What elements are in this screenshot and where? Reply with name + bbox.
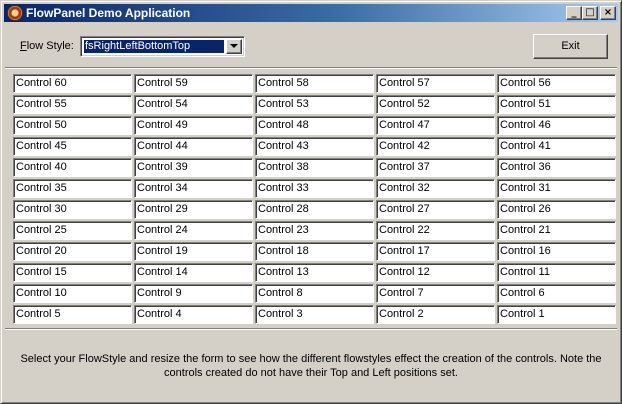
exit-button[interactable]: Exit xyxy=(533,34,608,59)
flow-control-edit[interactable]: Control 15 xyxy=(13,263,132,282)
flow-control-edit[interactable]: Control 26 xyxy=(497,200,616,219)
title-bar[interactable]: FlowPanel Demo Application _ □ × xyxy=(4,4,618,22)
flow-control-edit[interactable]: Control 47 xyxy=(376,116,495,135)
flow-control-edit[interactable]: Control 14 xyxy=(134,263,253,282)
flow-control-edit[interactable]: Control 37 xyxy=(376,158,495,177)
minimize-button[interactable]: _ xyxy=(566,6,582,20)
flow-control-edit[interactable]: Control 21 xyxy=(497,221,616,240)
flow-control-edit[interactable]: Control 45 xyxy=(13,137,132,156)
flow-control-edit[interactable]: Control 1 xyxy=(497,305,616,324)
app-window: FlowPanel Demo Application _ □ × Flow St… xyxy=(0,0,622,404)
flow-style-label-text: low Style: xyxy=(26,40,74,52)
flow-control-edit[interactable]: Control 24 xyxy=(134,221,253,240)
flow-control-edit[interactable]: Control 5 xyxy=(13,305,132,324)
flow-control-edit[interactable]: Control 35 xyxy=(13,179,132,198)
flow-control-edit[interactable]: Control 7 xyxy=(376,284,495,303)
flow-control-edit[interactable]: Control 38 xyxy=(255,158,374,177)
flow-control-edit[interactable]: Control 13 xyxy=(255,263,374,282)
flow-control-edit[interactable]: Control 23 xyxy=(255,221,374,240)
bottom-divider xyxy=(5,328,617,330)
flow-control-edit[interactable]: Control 34 xyxy=(134,179,253,198)
dropdown-arrow-button[interactable] xyxy=(226,39,242,54)
maximize-button[interactable]: □ xyxy=(582,6,598,20)
flow-panel: Control 60 Control 59 Control 58 Control 57… xyxy=(9,70,619,327)
flow-control-edit[interactable]: Control 44 xyxy=(134,137,253,156)
flow-control-edit[interactable]: Control 42 xyxy=(376,137,495,156)
flow-control-edit[interactable]: Control 57 xyxy=(376,74,495,93)
flow-control-edit[interactable]: Control 51 xyxy=(497,95,616,114)
flow-control-edit[interactable]: Control 40 xyxy=(13,158,132,177)
flow-control-edit[interactable]: Control 48 xyxy=(255,116,374,135)
flow-control-edit[interactable]: Control 11 xyxy=(497,263,616,282)
flow-control-edit[interactable]: Control 8 xyxy=(255,284,374,303)
flow-control-edit[interactable]: Control 25 xyxy=(13,221,132,240)
app-icon[interactable] xyxy=(7,5,23,21)
flow-control-edit[interactable]: Control 10 xyxy=(13,284,132,303)
flow-style-label: Flow Style: xyxy=(20,40,74,52)
chevron-down-icon xyxy=(230,44,238,48)
flow-style-selected-value: fsRightLeftBottomTop xyxy=(84,40,224,53)
flow-control-edit[interactable]: Control 2 xyxy=(376,305,495,324)
flow-style-label-accel: F xyxy=(20,40,27,52)
flow-control-edit[interactable]: Control 60 xyxy=(13,74,132,93)
flow-control-edit[interactable]: Control 29 xyxy=(134,200,253,219)
flow-control-edit[interactable]: Control 17 xyxy=(376,242,495,261)
flow-control-edit[interactable]: Control 50 xyxy=(13,116,132,135)
flow-control-edit[interactable]: Control 33 xyxy=(255,179,374,198)
flow-control-edit[interactable]: Control 41 xyxy=(497,137,616,156)
window-title: FlowPanel Demo Application xyxy=(26,6,191,20)
flow-control-edit[interactable]: Control 59 xyxy=(134,74,253,93)
flow-control-edit[interactable]: Control 12 xyxy=(376,263,495,282)
flow-control-edit[interactable]: Control 9 xyxy=(134,284,253,303)
flow-control-edit[interactable]: Control 16 xyxy=(497,242,616,261)
flow-control-edit[interactable]: Control 36 xyxy=(497,158,616,177)
flow-control-edit[interactable]: Control 53 xyxy=(255,95,374,114)
flow-control-edit[interactable]: Control 28 xyxy=(255,200,374,219)
flow-control-edit[interactable]: Control 31 xyxy=(497,179,616,198)
flow-control-edit[interactable]: Control 54 xyxy=(134,95,253,114)
flow-style-dropdown[interactable]: fsRightLeftBottomTop xyxy=(80,36,245,57)
flow-control-edit[interactable]: Control 55 xyxy=(13,95,132,114)
flow-control-edit[interactable]: Control 22 xyxy=(376,221,495,240)
info-text: Select your FlowStyle and resize the for… xyxy=(20,353,602,379)
close-button[interactable]: × xyxy=(600,6,616,20)
flow-control-edit[interactable]: Control 43 xyxy=(255,137,374,156)
flow-control-edit[interactable]: Control 30 xyxy=(13,200,132,219)
flow-control-edit[interactable]: Control 19 xyxy=(134,242,253,261)
flow-control-edit[interactable]: Control 56 xyxy=(497,74,616,93)
flow-control-edit[interactable]: Control 27 xyxy=(376,200,495,219)
flow-control-edit[interactable]: Control 52 xyxy=(376,95,495,114)
flow-control-edit[interactable]: Control 4 xyxy=(134,305,253,324)
flow-control-edit[interactable]: Control 18 xyxy=(255,242,374,261)
flow-control-edit[interactable]: Control 49 xyxy=(134,116,253,135)
flow-control-edit[interactable]: Control 58 xyxy=(255,74,374,93)
flow-control-edit[interactable]: Control 3 xyxy=(255,305,374,324)
top-divider xyxy=(5,67,617,69)
flow-control-edit[interactable]: Control 39 xyxy=(134,158,253,177)
flow-control-edit[interactable]: Control 32 xyxy=(376,179,495,198)
flow-control-edit[interactable]: Control 6 xyxy=(497,284,616,303)
flow-control-edit[interactable]: Control 46 xyxy=(497,116,616,135)
flow-control-edit[interactable]: Control 20 xyxy=(13,242,132,261)
